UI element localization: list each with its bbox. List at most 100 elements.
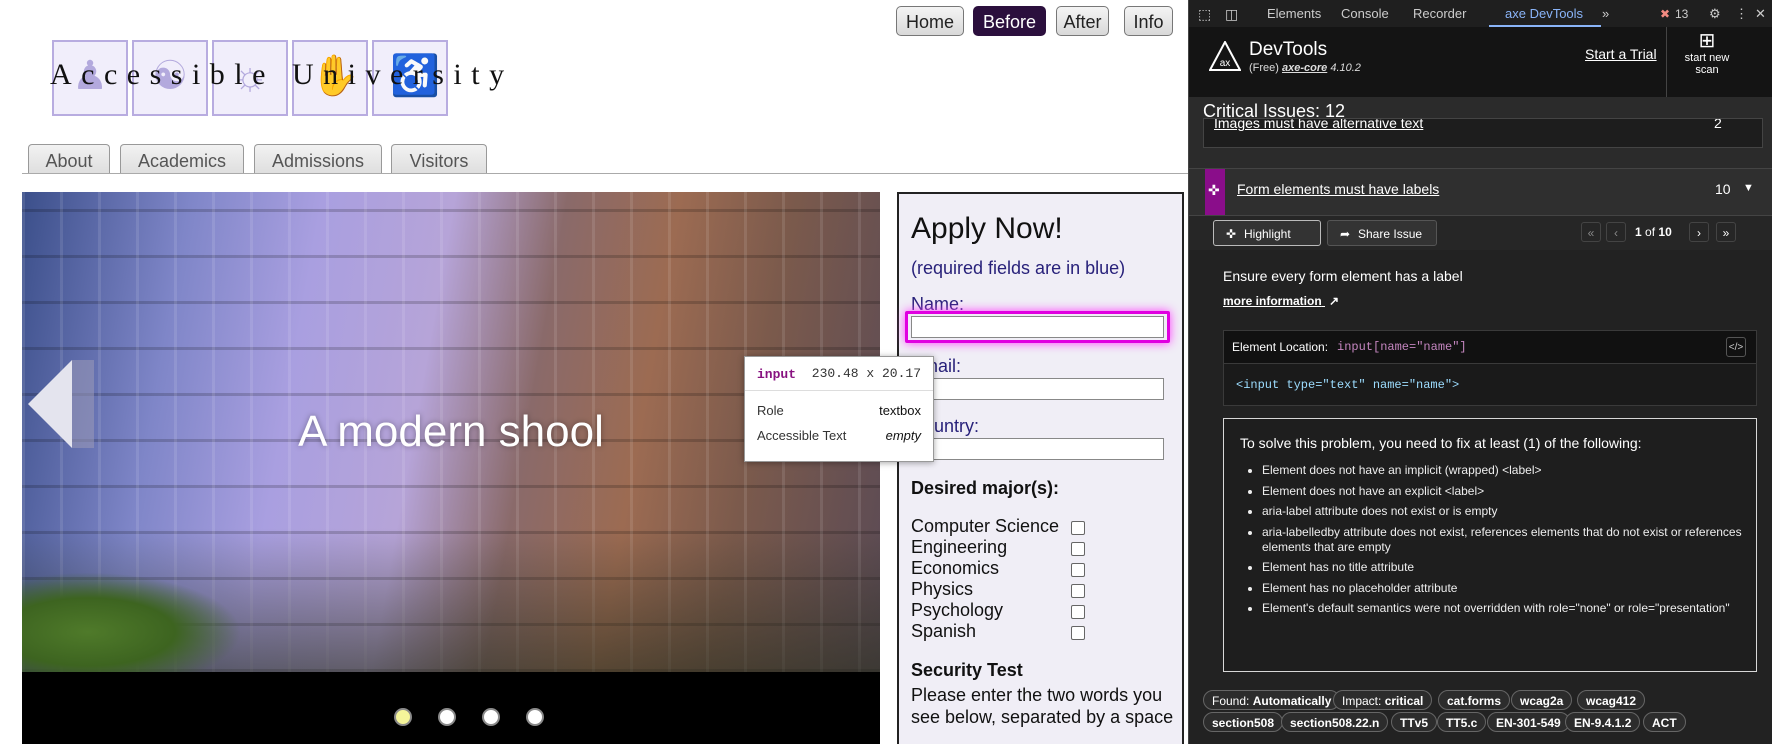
- major-checkbox[interactable]: [1071, 542, 1085, 556]
- location-label: Element Location:: [1232, 340, 1329, 354]
- highlight-label: Highlight: [1244, 227, 1291, 241]
- element-location-bar: Element Location: input[name="name"] </>: [1223, 330, 1757, 364]
- rule-tag: wcag2a: [1511, 690, 1573, 710]
- more-information-link[interactable]: more information ↗: [1223, 294, 1339, 308]
- next-page-button[interactable]: ›: [1689, 222, 1709, 242]
- fix-item: Element has no title attribute: [1262, 560, 1742, 575]
- fix-heading: To solve this problem, you need to fix a…: [1240, 435, 1642, 451]
- after-button[interactable]: After: [1056, 6, 1109, 36]
- issue-toolbar: ✜ Highlight ➦ Share Issue « ‹ 1 of 10 › …: [1189, 216, 1772, 250]
- new-scan-icon: ⊞: [1698, 30, 1716, 52]
- close-icon[interactable]: ✕: [1755, 6, 1766, 22]
- site-logo[interactable]: ♟ ☯ ☼ ✋ ♿ Accessible University: [50, 38, 514, 118]
- email-input[interactable]: [911, 378, 1164, 400]
- impact-tag: Impact: critical: [1333, 690, 1433, 710]
- kebab-icon[interactable]: ⋮: [1735, 6, 1748, 22]
- security-text: Please enter the two words you see below…: [911, 685, 1174, 727]
- new-scan-button[interactable]: ⊞ start new scan: [1673, 30, 1741, 88]
- last-page-button[interactable]: »: [1716, 222, 1736, 242]
- tooltip-accessible-text-value: empty: [885, 428, 921, 443]
- fix-item: aria-label attribute does not exist or i…: [1262, 504, 1742, 519]
- first-page-button[interactable]: «: [1581, 222, 1601, 242]
- rule-tag: section508.22.n: [1281, 712, 1389, 732]
- impact-value: critical: [1384, 694, 1424, 708]
- tab-about[interactable]: About: [28, 144, 110, 174]
- highlight-button[interactable]: ✜ Highlight: [1213, 220, 1321, 246]
- prev-arrow-icon[interactable]: [28, 360, 72, 448]
- tab-visitors[interactable]: Visitors: [391, 144, 487, 174]
- rule-tag: EN-9.4.1.2: [1565, 712, 1641, 732]
- fix-suggestions: To solve this problem, you need to fix a…: [1223, 418, 1757, 672]
- issue-description: Ensure every form element has a label: [1223, 268, 1463, 284]
- device-icon[interactable]: ◫: [1225, 6, 1238, 23]
- issue-count: 10: [1715, 181, 1731, 197]
- pager-of: of: [1645, 225, 1656, 239]
- code-icon[interactable]: </>: [1726, 337, 1746, 357]
- major-checkbox[interactable]: [1071, 605, 1085, 619]
- location-selector[interactable]: input[name="name"]: [1337, 340, 1467, 354]
- apply-form: Apply Now! (required fields are in blue)…: [897, 192, 1184, 744]
- tooltip-accessible-text-label: Accessible Text: [757, 428, 847, 443]
- brand-title: DevTools: [1249, 39, 1328, 60]
- settings-icon[interactable]: ⚙: [1709, 6, 1721, 22]
- devtools-panel: ⬚ ◫ Elements Console Recorder axe DevToo…: [1188, 0, 1772, 744]
- target-icon: ✜: [1205, 169, 1225, 215]
- error-icon[interactable]: ✖: [1660, 7, 1670, 21]
- nav-divider: [22, 173, 1188, 174]
- home-button[interactable]: Home: [896, 6, 964, 36]
- new-scan-label: start new scan: [1684, 52, 1730, 76]
- logo-text: Accessible University: [50, 58, 514, 91]
- more-information-label: more information: [1223, 294, 1322, 308]
- major-checkbox[interactable]: [1071, 626, 1085, 640]
- chevron-down-icon[interactable]: ▼: [1743, 182, 1754, 194]
- inspect-icon[interactable]: ⬚: [1198, 6, 1211, 23]
- share-label: Share Issue: [1358, 227, 1423, 241]
- axe-header: ax DevTools (Free) axe-core 4.10.2 Start…: [1189, 27, 1772, 97]
- tooltip-size: 230.48 x 20.17: [811, 366, 921, 381]
- start-trial-link[interactable]: Start a Trial: [1585, 46, 1657, 62]
- share-issue-button[interactable]: ➦ Share Issue: [1327, 220, 1437, 246]
- prev-slide-shadow: [72, 360, 94, 448]
- major-checkbox[interactable]: [1071, 584, 1085, 598]
- element-source: <input type="text" name="name">: [1223, 364, 1757, 406]
- rule-tag: section508: [1203, 712, 1284, 732]
- found-label: Found:: [1212, 694, 1250, 708]
- major-checkbox[interactable]: [1071, 521, 1085, 535]
- pager-total: 10: [1658, 225, 1672, 239]
- tab-elements[interactable]: Elements: [1267, 6, 1321, 21]
- tab-console[interactable]: Console: [1341, 6, 1389, 21]
- slide-dot-2[interactable]: [438, 708, 456, 726]
- majors-heading: Desired major(s):: [911, 478, 1060, 498]
- country-input[interactable]: [911, 438, 1164, 460]
- hero-carousel: A modern shool: [22, 192, 880, 744]
- svg-text:ax: ax: [1220, 58, 1231, 69]
- error-count: 13: [1675, 7, 1689, 21]
- fix-item: aria-labelledby attribute does not exist…: [1262, 525, 1742, 555]
- major-label: Psychology: [911, 600, 1004, 620]
- axe-core-link[interactable]: axe-core: [1282, 62, 1327, 74]
- major-checkbox[interactable]: [1071, 563, 1085, 577]
- tooltip-divider: [745, 390, 933, 391]
- tab-axe-devtools[interactable]: axe DevTools: [1505, 6, 1583, 21]
- slide-dot-4[interactable]: [526, 708, 544, 726]
- external-link-icon: ↗: [1329, 294, 1340, 308]
- issue-title: Form elements must have labels: [1237, 181, 1440, 197]
- prev-page-button[interactable]: ‹: [1606, 222, 1626, 242]
- info-button[interactable]: Info: [1124, 6, 1173, 36]
- fix-list: Element does not have an implicit (wrapp…: [1224, 463, 1742, 622]
- found-tag: Found: Automatically: [1203, 690, 1341, 710]
- issue-row-previous[interactable]: Images must have alternative text 2: [1203, 118, 1763, 148]
- major-label: Engineering: [911, 537, 1008, 557]
- issue-row-form-labels[interactable]: ✜ Form elements must have labels 10 ▼: [1189, 168, 1772, 216]
- name-input[interactable]: [911, 316, 1164, 338]
- found-value: Automatically: [1252, 694, 1332, 708]
- before-button[interactable]: Before: [973, 6, 1046, 36]
- tooltip-role-label: Role: [757, 403, 784, 418]
- more-tabs-icon[interactable]: »: [1602, 6, 1609, 21]
- slide-dot-3[interactable]: [482, 708, 500, 726]
- tab-academics[interactable]: Academics: [120, 144, 244, 174]
- slide-dot-1[interactable]: [394, 708, 412, 726]
- tab-admissions[interactable]: Admissions: [254, 144, 382, 174]
- devtools-tab-bar: ⬚ ◫ Elements Console Recorder axe DevToo…: [1189, 0, 1772, 28]
- tab-recorder[interactable]: Recorder: [1413, 6, 1466, 21]
